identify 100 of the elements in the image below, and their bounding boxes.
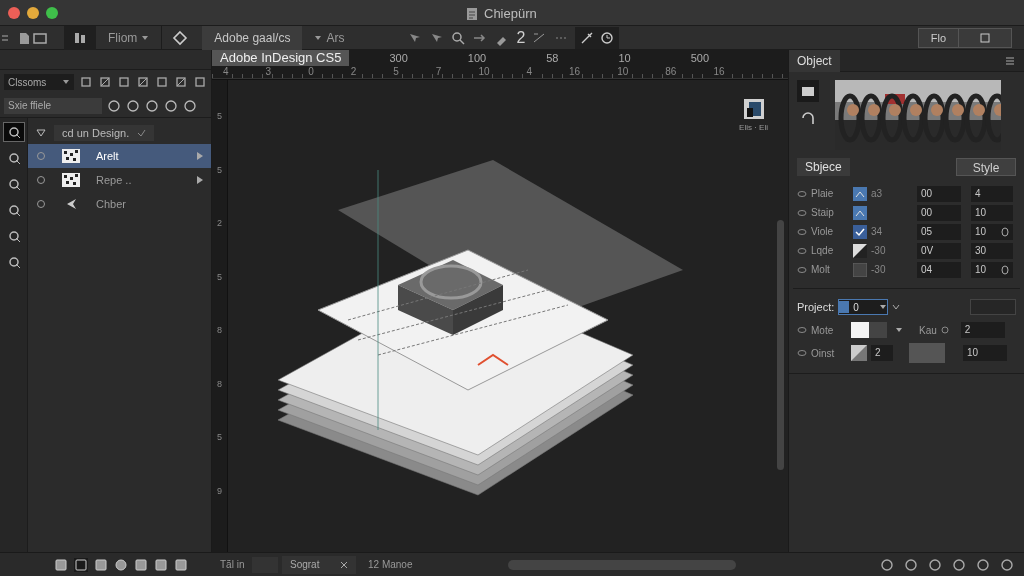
minimize-button[interactable]: [27, 6, 39, 19]
caret-icon: [895, 326, 903, 334]
ruler-label: 5: [217, 110, 222, 123]
ruler-label: 16: [568, 66, 582, 78]
value-field[interactable]: 2: [960, 322, 1005, 338]
ruler-label: 5: [217, 431, 222, 444]
ruler-label: 4: [222, 66, 230, 78]
link-icon: [797, 326, 807, 334]
ruler-label: 4: [525, 66, 534, 78]
mode-button[interactable]: Flo: [918, 28, 959, 47]
gradient-swatch-icon[interactable]: [853, 243, 867, 258]
workspace-dropdown[interactable]: Fliom: [96, 25, 163, 50]
layer-thumbnail: [62, 149, 80, 163]
value-field[interactable]: 0V: [917, 242, 961, 259]
expand-arrow-icon[interactable]: [197, 152, 203, 160]
value-field[interactable]: 4: [971, 185, 1013, 202]
disclosure-triangle-icon[interactable]: [36, 128, 46, 138]
swatch-icon[interactable]: [853, 186, 867, 201]
value-field[interactable]: 10: [971, 261, 1013, 278]
ruler-label: 0: [307, 66, 315, 78]
layer-name: Chber: [96, 197, 126, 210]
value-field[interactable]: 05: [917, 223, 961, 240]
document-field[interactable]: Adobe gaal/cs: [202, 25, 303, 50]
image-file-icon: [742, 98, 765, 120]
project-dropdown[interactable]: 0: [838, 299, 889, 315]
row-label: Molt: [811, 263, 831, 277]
diamond-icon[interactable]: [172, 29, 189, 46]
dropdown-value: 0: [853, 300, 860, 315]
ruler-label: 8: [217, 377, 222, 391]
row-label: Staip: [811, 206, 835, 220]
close-button[interactable]: [8, 6, 20, 19]
frame-button[interactable]: [959, 28, 1011, 47]
search-field[interactable]: Sxie ffiele: [4, 97, 102, 114]
row-value: -30: [871, 245, 886, 256]
value-field[interactable]: 30: [971, 242, 1013, 259]
ruler-label: 5: [217, 270, 222, 284]
value-field[interactable]: 2: [871, 345, 893, 361]
spinner-icon: [1001, 226, 1009, 237]
status-label: Tãl in: [220, 558, 246, 572]
ruler-label: 10: [618, 50, 631, 66]
visibility-circle-icon: [36, 151, 46, 161]
caret-icon: [141, 33, 150, 42]
link-icon: [797, 349, 807, 357]
ruler-label: 100: [467, 50, 487, 66]
row-value: 34: [871, 226, 883, 237]
visibility-circle-icon: [36, 199, 46, 209]
layer-row[interactable]: Repe ..: [28, 168, 211, 192]
empty-field[interactable]: [970, 299, 1016, 315]
swatch-dropdown[interactable]: [851, 322, 887, 338]
value-field[interactable]: 10: [971, 204, 1013, 221]
maximize-button[interactable]: [46, 6, 58, 19]
font-dropdown[interactable]: Ars: [302, 25, 357, 50]
row-label: Viole: [811, 225, 835, 239]
layer-name: Repe ..: [96, 173, 132, 186]
checkmark-icon: [137, 129, 147, 137]
caret-icon: [62, 78, 70, 86]
layer-name: Arelt: [96, 149, 119, 162]
ruler-label: 9: [217, 484, 222, 498]
vertical-scrollbar[interactable]: [777, 220, 784, 470]
panel-tab[interactable]: Object: [789, 49, 840, 72]
row-label: Kau: [919, 323, 937, 338]
layer-thumbnail: [62, 173, 80, 187]
checked-swatch-icon[interactable]: [853, 224, 867, 239]
value-field[interactable]: 00: [917, 204, 961, 221]
row-label: Oinst: [811, 346, 836, 361]
row-label: Mote: [811, 323, 835, 338]
swatch-icon: [839, 301, 850, 313]
value-field[interactable]: 10: [971, 223, 1013, 240]
ruler-label: 500: [690, 50, 709, 66]
window-title: Chiepürn: [484, 5, 537, 23]
layer-group-row[interactable]: cd un Design.: [28, 122, 211, 144]
panel-tab[interactable]: Sbjece: [797, 158, 850, 176]
layer-row[interactable]: Arelt: [28, 144, 211, 168]
arrow-icon: [66, 199, 76, 209]
expand-arrow-icon[interactable]: [197, 176, 203, 184]
value-field[interactable]: 10: [963, 345, 1007, 361]
ruler-label: 10: [616, 66, 630, 78]
ruler-label: 5: [217, 163, 222, 177]
zoom-tool-icon: [6, 203, 21, 217]
horizontal-scrollbar[interactable]: [508, 559, 736, 570]
ruler-label: 3: [264, 66, 273, 78]
value-field[interactable]: 00: [917, 185, 961, 202]
panel-tab[interactable]: Style: [956, 158, 1016, 176]
style-dropdown[interactable]: Clssoms: [4, 74, 74, 90]
layer-name: cd un Design.: [62, 125, 130, 141]
spinner-icon: [1001, 264, 1009, 275]
ruler-label: 300: [389, 50, 408, 66]
stroke-value: 2: [516, 27, 526, 48]
row-label: Lqde: [811, 244, 835, 258]
ruler-label: 8: [217, 324, 222, 337]
document-tab[interactable]: Adobe InDesign CS5: [212, 50, 350, 66]
ruler-label: 2: [349, 66, 358, 78]
color-button[interactable]: [909, 343, 945, 363]
value-field[interactable]: 04: [917, 261, 961, 278]
tool-button[interactable]: [2, 122, 25, 142]
page-dropdown[interactable]: Sograt: [282, 555, 356, 574]
layer-row[interactable]: Chber: [28, 192, 211, 216]
swatch-icon[interactable]: [853, 205, 867, 220]
swatch-icon[interactable]: [853, 262, 867, 277]
panel-menu-icon[interactable]: [1004, 54, 1016, 67]
